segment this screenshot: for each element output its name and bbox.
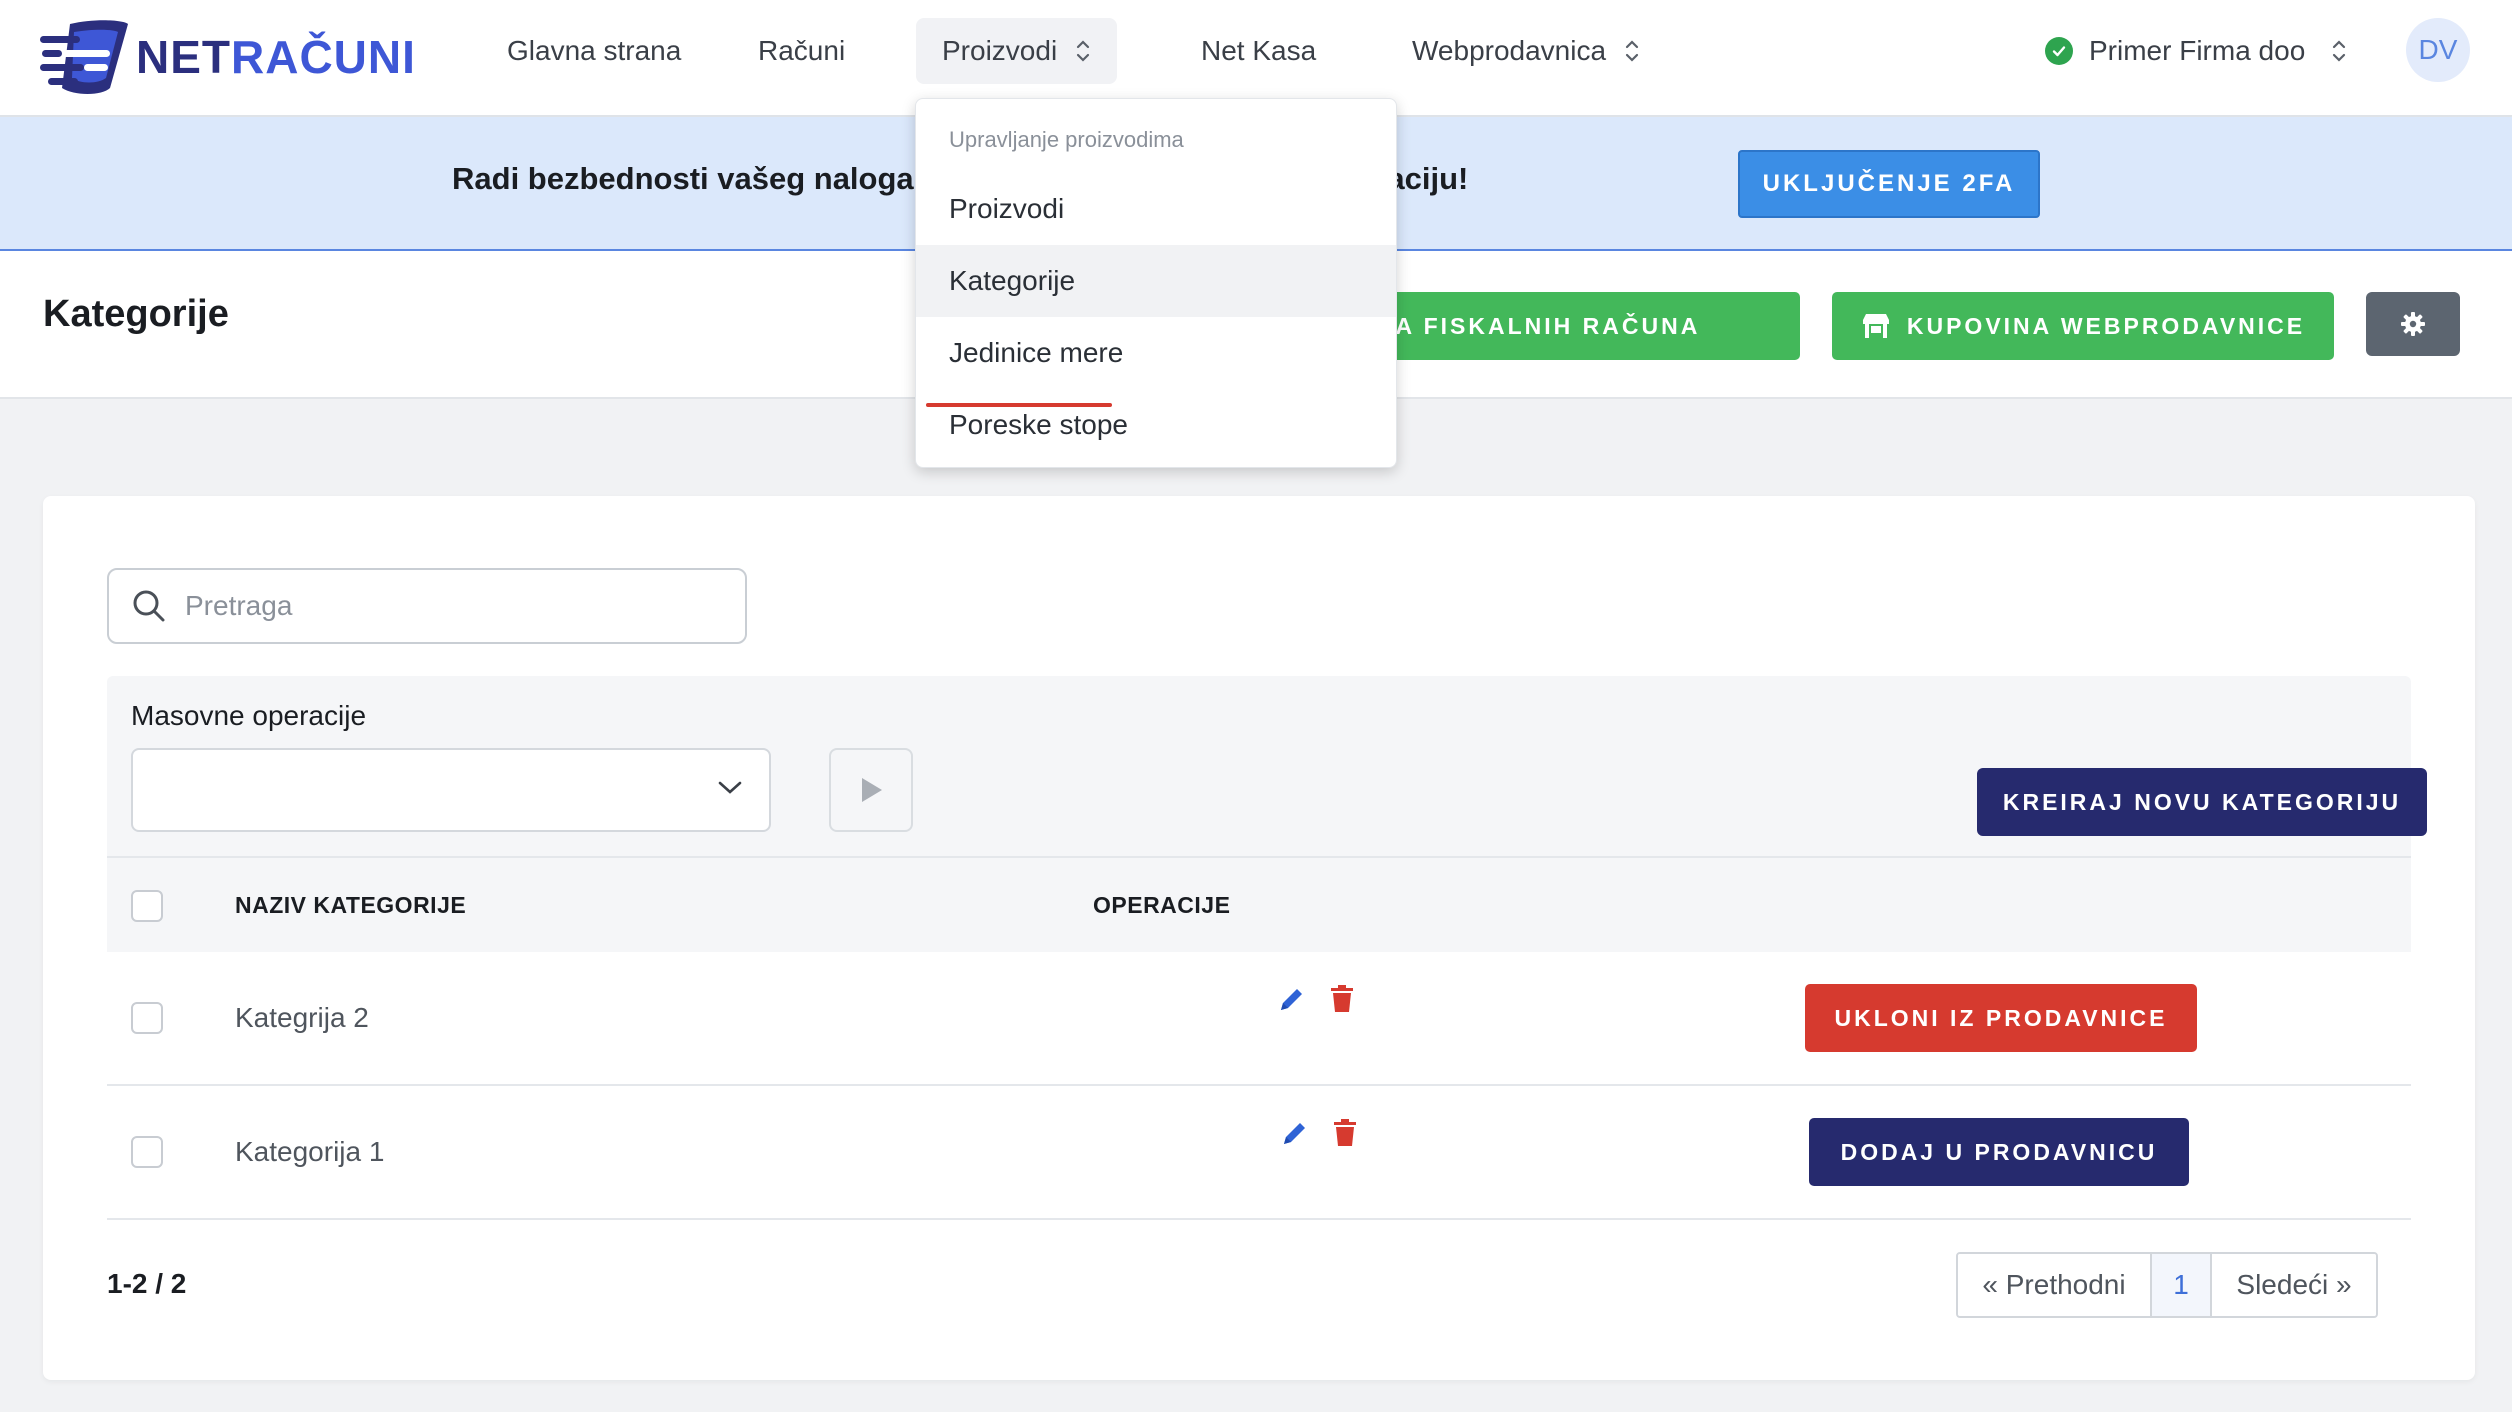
select-all-checkbox[interactable] bbox=[131, 890, 163, 922]
delete-icon[interactable] bbox=[1332, 1118, 1358, 1148]
pagination-prev[interactable]: « Prethodni bbox=[1958, 1254, 2152, 1316]
nav-net-kasa-label: Net Kasa bbox=[1201, 35, 1317, 66]
pagination-next[interactable]: Sledeći » bbox=[2212, 1254, 2376, 1316]
products-dropdown-menu: Upravljanje proizvodima Proizvodi Katego… bbox=[915, 98, 1397, 468]
menu-item-categories[interactable]: Kategorije bbox=[916, 245, 1396, 317]
settings-button[interactable] bbox=[2366, 292, 2460, 356]
nav-products-label: Proizvodi bbox=[942, 35, 1058, 66]
remove-from-store-button[interactable]: UKLONI IZ PRODAVNICE bbox=[1805, 984, 2197, 1052]
pagination-page[interactable]: 1 bbox=[2152, 1254, 2212, 1316]
row-checkbox[interactable] bbox=[131, 1136, 163, 1168]
pagination: « Prethodni 1 Sledeći » bbox=[1956, 1252, 2378, 1318]
categories-card: Masovne operacije KREIRAJ NOVU KATEGORIJ… bbox=[43, 496, 2475, 1380]
create-category-button[interactable]: KREIRAJ NOVU KATEGORIJU bbox=[1977, 768, 2427, 836]
chevron-up-down-icon bbox=[2333, 40, 2346, 62]
store-icon bbox=[1862, 314, 1889, 338]
run-bulk-operation-button[interactable] bbox=[829, 748, 913, 832]
search-icon bbox=[133, 590, 165, 622]
nav-webshop[interactable]: Webprodavnica bbox=[1386, 18, 1666, 84]
edit-icon[interactable] bbox=[1277, 984, 1307, 1014]
chevron-up-down-icon bbox=[1077, 40, 1090, 62]
nav-net-kasa[interactable]: Net Kasa bbox=[1175, 18, 1342, 84]
table-row: Kategorija 1 DODAJ U PRODAVNICU bbox=[107, 1086, 2411, 1220]
category-name: Kategrija 2 bbox=[235, 1002, 369, 1033]
nav-invoices-label: Računi bbox=[758, 35, 846, 66]
netracuni-logo[interactable]: NETRAČUNI bbox=[40, 12, 416, 102]
row-checkbox[interactable] bbox=[131, 1002, 163, 1034]
nav-products[interactable]: Proizvodi bbox=[916, 18, 1118, 84]
menu-item-products[interactable]: Proizvodi bbox=[916, 173, 1396, 245]
bulk-operations-panel: Masovne operacije KREIRAJ NOVU KATEGORIJ… bbox=[107, 676, 2427, 856]
logo-mark-icon bbox=[40, 20, 128, 94]
menu-item-units[interactable]: Jedinice mere bbox=[916, 317, 1396, 389]
logo-text: NETRAČUNI bbox=[136, 30, 416, 84]
company-switcher[interactable]: Primer Firma doo bbox=[2045, 18, 2347, 84]
buy-webshop-label: KUPOVINA WEBPRODAVNICE bbox=[1906, 312, 2306, 339]
bulk-operations-select[interactable] bbox=[131, 748, 771, 832]
table-row: Kategrija 2 UKLONI IZ PRODAVNICE bbox=[107, 952, 2411, 1086]
delete-icon[interactable] bbox=[1329, 984, 1355, 1014]
results-count: 1-2 / 2 bbox=[107, 1268, 187, 1299]
chevron-down-icon bbox=[718, 781, 742, 794]
add-to-store-button[interactable]: DODAJ U PRODAVNICU bbox=[1809, 1118, 2189, 1186]
play-icon bbox=[862, 778, 882, 802]
user-avatar[interactable]: DV bbox=[2406, 18, 2470, 82]
search-box[interactable] bbox=[107, 568, 747, 644]
dropdown-section-header: Upravljanje proizvodima bbox=[949, 127, 1184, 152]
chevron-up-down-icon bbox=[1625, 40, 1639, 62]
company-name: Primer Firma doo bbox=[2089, 35, 2306, 66]
nav-invoices[interactable]: Računi bbox=[732, 18, 871, 84]
search-input[interactable] bbox=[185, 590, 705, 622]
header-operations: OPERACIJE bbox=[1093, 892, 1231, 918]
category-name: Kategorija 1 bbox=[235, 1136, 385, 1167]
logo-text-racuni: RAČUNI bbox=[231, 31, 416, 83]
menu-item-tax-rates[interactable]: Poreske stope bbox=[916, 389, 1396, 461]
logo-text-net: NET bbox=[136, 31, 231, 83]
buy-webshop-button[interactable]: KUPOVINA WEBPRODAVNICE bbox=[1832, 292, 2334, 360]
nav-home[interactable]: Glavna strana bbox=[481, 18, 707, 84]
edit-icon[interactable] bbox=[1280, 1118, 1310, 1148]
page-title: Kategorije bbox=[43, 293, 229, 335]
bulk-operations-label: Masovne operacije bbox=[131, 700, 367, 731]
table-header: NAZIV KATEGORIJE OPERACIJE bbox=[107, 856, 2411, 952]
nav-webshop-label: Webprodavnica bbox=[1412, 35, 1607, 66]
enable-2fa-button[interactable]: UKLJUČENJE 2FA bbox=[1738, 150, 2040, 218]
gear-icon bbox=[2401, 312, 2425, 336]
header-name: NAZIV KATEGORIJE bbox=[235, 892, 467, 918]
check-circle-icon bbox=[2045, 37, 2073, 65]
nav-home-label: Glavna strana bbox=[507, 35, 682, 66]
